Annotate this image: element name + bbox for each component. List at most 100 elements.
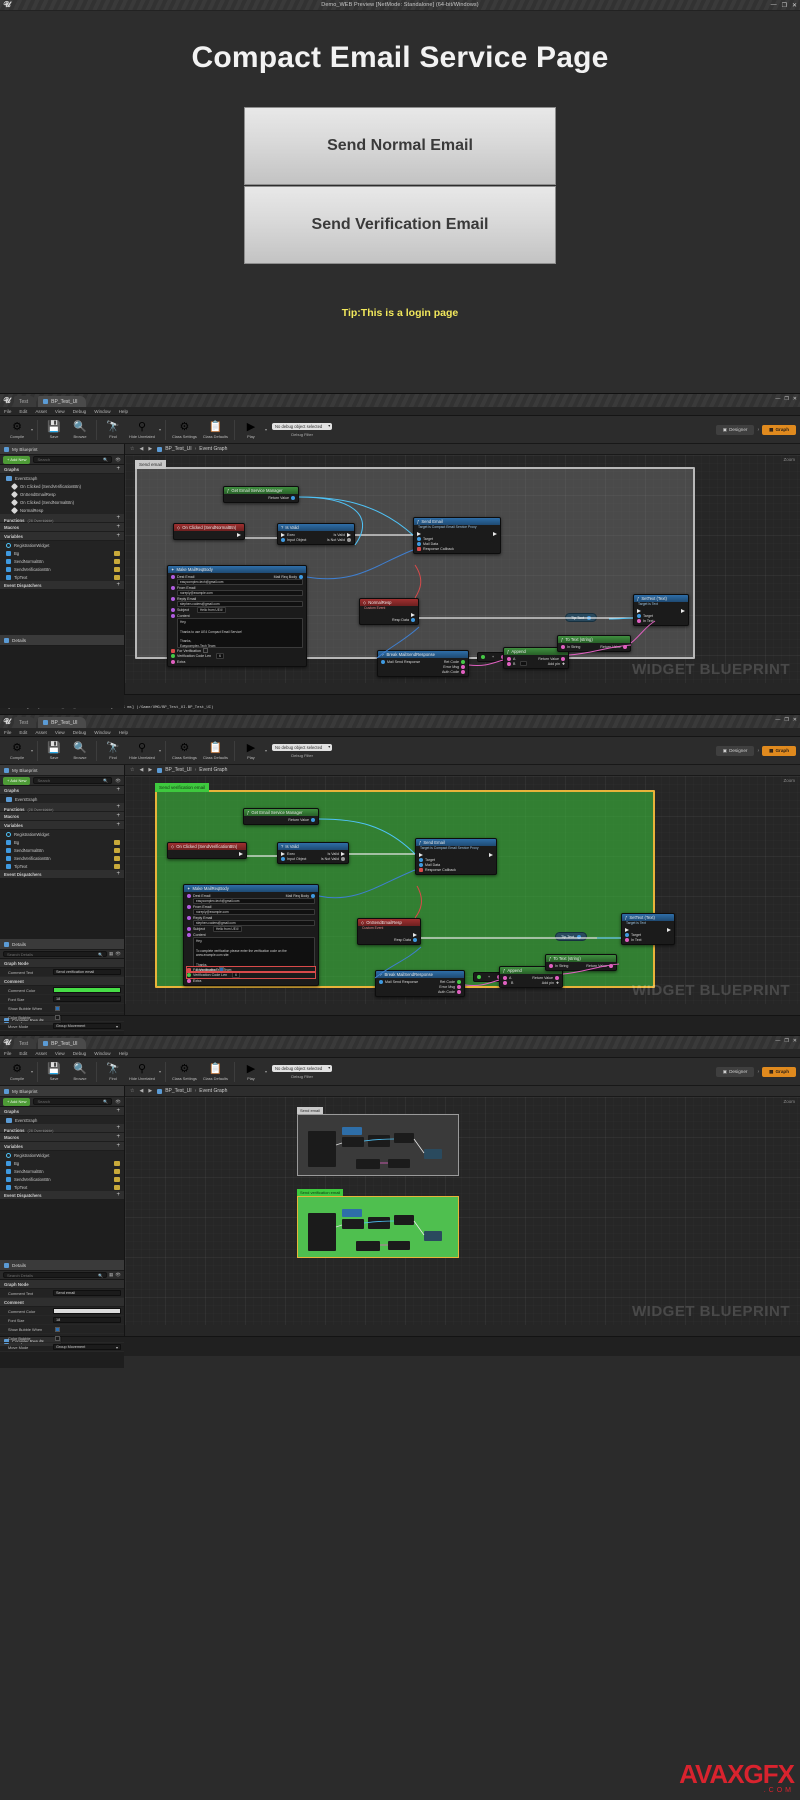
close-icon[interactable]: ✕	[793, 1038, 797, 1044]
grid-view-icon[interactable]: ▦	[109, 951, 113, 957]
menu-file[interactable]: File	[4, 730, 11, 735]
find-button[interactable]: 🔭 Find	[100, 1063, 126, 1081]
input-pin-icon[interactable]	[637, 613, 641, 618]
input-pin-icon[interactable]	[477, 975, 481, 979]
menu-help[interactable]: Help	[119, 1051, 128, 1056]
input-pin-icon[interactable]	[625, 932, 629, 937]
pin-auth-code[interactable]: Auth Code	[379, 989, 461, 994]
input-pin-icon[interactable]	[187, 915, 191, 920]
add-variable-icon[interactable]: +	[116, 1143, 120, 1149]
variable-sendverificationbtn[interactable]: SendVerificationBtn	[0, 565, 124, 573]
content-field[interactable]: Hey, Thanks to use UE4 Compact Email Ser…	[177, 618, 303, 648]
variable-tiptext[interactable]: TipText	[0, 1183, 124, 1191]
variable-visibility-icon[interactable]	[114, 1184, 120, 1190]
designer-mode-button[interactable]: ▣ Designer	[715, 1066, 755, 1077]
add-new-button[interactable]: + Add New	[3, 455, 31, 464]
variable-sendnormalbtn[interactable]: SendNormalBtn	[0, 1167, 124, 1175]
chevron-down-icon[interactable]: ▾	[31, 427, 33, 432]
close-icon[interactable]: ✕	[793, 717, 797, 723]
graph-mode-button[interactable]: ▦ Graph	[762, 424, 796, 435]
input-pin-icon[interactable]	[171, 596, 175, 601]
variable-bg[interactable]: Bg	[0, 838, 124, 846]
detail-value[interactable]: 18	[53, 996, 121, 1002]
pin-response-callback[interactable]: Response Callback	[417, 546, 497, 551]
menu-asset[interactable]: Asset	[35, 730, 47, 735]
output-pin-icon[interactable]	[587, 615, 592, 620]
section-variables[interactable]: Variables +	[0, 1142, 124, 1151]
details-search-input[interactable]: Search Details 🔍	[3, 1271, 108, 1279]
input-pin-icon[interactable]	[503, 975, 507, 980]
pin-in-string[interactable]: In String Return Value	[561, 644, 627, 649]
add-new-button[interactable]: + Add New	[3, 1097, 31, 1106]
visibility-eye-icon[interactable]: 👁	[115, 1272, 121, 1278]
subject-field[interactable]: Hello from UE4!	[213, 926, 242, 932]
add-macro-icon[interactable]: +	[116, 1134, 120, 1140]
input-pin-icon[interactable]	[419, 857, 423, 862]
menu-view[interactable]: View	[55, 1051, 65, 1056]
add-graph-icon[interactable]: +	[116, 1108, 120, 1114]
output-pin-icon[interactable]	[311, 893, 315, 898]
input-pin-icon[interactable]	[171, 585, 175, 590]
node-break-mailsendresponse[interactable]: ✧ Break MailSendResponse Mail Send Respon…	[375, 970, 465, 997]
breadcrumb-root[interactable]: BP_Test_UI	[165, 1088, 191, 1094]
output-pin-icon[interactable]	[457, 979, 461, 984]
debug-object-select[interactable]: No debug object selected	[271, 743, 333, 751]
input-pin-icon[interactable]	[171, 648, 175, 653]
subject-field[interactable]: Hello from UE4!	[197, 607, 226, 613]
add-function-icon[interactable]: +	[116, 515, 120, 521]
visibility-eye-icon[interactable]: 👁	[115, 1099, 121, 1105]
maximize-icon[interactable]: ❐	[784, 717, 788, 723]
add-variable-icon[interactable]: +	[116, 533, 120, 539]
class-defaults-button[interactable]: 📋 Class Defaults	[200, 1063, 231, 1081]
add-macro-icon[interactable]: +	[116, 813, 120, 819]
detail-color-bubble[interactable]: Color Bubble	[0, 1334, 124, 1343]
compile-button[interactable]: ⚙ Compile	[4, 742, 30, 760]
details-tab-2[interactable]: Details	[0, 939, 124, 950]
graph-mode-button[interactable]: ▦ Graph	[762, 1066, 796, 1077]
chevron-down-icon[interactable]: ▾	[31, 1069, 33, 1074]
node-is-valid[interactable]: ? Is Valid Exec Is Valid Input Object Is No…	[277, 523, 355, 545]
input-pin-icon[interactable]	[187, 973, 191, 977]
section-variables[interactable]: Variables +	[0, 532, 124, 541]
section-graphs[interactable]: Graphs +	[0, 786, 124, 795]
node-send-email[interactable]: ƒ Send Email Target is Compact Email Serv…	[415, 838, 497, 875]
pin-resp-data[interactable]: Resp Data	[361, 937, 417, 942]
visibility-eye-icon[interactable]: 👁	[115, 457, 121, 463]
send-verification-email-button[interactable]: Send Verification Email	[244, 186, 556, 264]
variable-visibility-icon[interactable]	[114, 558, 120, 564]
maximize-icon[interactable]: ❐	[784, 396, 788, 402]
section-macros[interactable]: Macros +	[0, 812, 124, 821]
variable-bg[interactable]: Bg	[0, 1159, 124, 1167]
tree-item-event[interactable]: On Clicked (SendVerificationBtn)	[0, 482, 124, 490]
variable-sendverificationbtn[interactable]: SendVerificationBtn	[0, 854, 124, 862]
output-pin-icon[interactable]	[609, 963, 613, 968]
chevron-down-icon[interactable]: ▾	[265, 748, 267, 753]
variable-sendnormalbtn[interactable]: SendNormalBtn	[0, 846, 124, 854]
variable-visibility-icon[interactable]	[114, 839, 120, 845]
input-pin-icon[interactable]	[171, 574, 175, 579]
node-is-valid[interactable]: ? Is Valid Exec Is Valid Input Object Is No…	[277, 842, 349, 864]
breadcrumb-leaf[interactable]: Event Graph	[199, 767, 227, 773]
output-pin-icon[interactable]	[299, 574, 303, 579]
color-bubble-checkbox[interactable]	[55, 1335, 60, 1341]
output-pin-icon[interactable]	[555, 975, 559, 980]
exec-pin-icon[interactable]	[417, 531, 421, 536]
maximize-icon[interactable]: ❐	[782, 2, 787, 9]
color-bubble-checkbox[interactable]	[55, 1014, 60, 1020]
detail-comment-color[interactable]: Comment Color	[0, 986, 124, 995]
chevron-down-icon[interactable]: ▾	[159, 427, 161, 432]
hide-unrelated-button[interactable]: ⚲ Hide Unrelated	[126, 421, 158, 439]
add-macro-icon[interactable]: +	[116, 524, 120, 530]
variable-visibility-icon[interactable]	[114, 1176, 120, 1182]
variable-visibility-icon[interactable]	[114, 566, 120, 572]
editor-menubar-1[interactable]: File Edit Asset View Debug Window Help	[0, 407, 800, 416]
section-macros[interactable]: Macros +	[0, 1133, 124, 1142]
input-pin-icon[interactable]	[379, 979, 383, 984]
input-pin-icon[interactable]	[503, 980, 507, 985]
menu-window[interactable]: Window	[94, 409, 110, 414]
event-graph-canvas-1[interactable]: Zoom Send email ƒ Get Email Service Manag…	[125, 455, 800, 683]
input-pin-icon[interactable]	[481, 655, 485, 659]
node-send-email[interactable]: ƒ Send Email Target is Compact Email Serv…	[413, 517, 501, 554]
output-pin-icon[interactable]	[413, 937, 417, 942]
section-comment[interactable]: Comment	[0, 1298, 124, 1307]
